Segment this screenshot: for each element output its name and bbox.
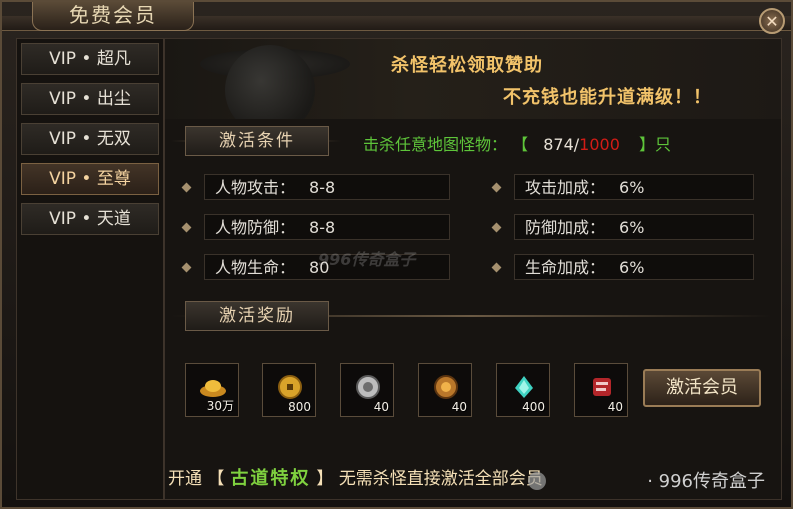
activate-member-button[interactable]: 激活会员 <box>643 369 761 407</box>
stat-label: 人物生命： <box>215 258 296 277</box>
reward-slot[interactable]: 800 <box>262 363 316 417</box>
banner-slogan-1: 杀怪轻松领取赞助 <box>391 55 543 76</box>
center-watermark: 996传奇盒子 <box>318 250 416 269</box>
vip-window: 免费会员 ✕ VIP • 超凡 VIP • 出尘 VIP • 无双 VIP • … <box>0 0 793 509</box>
rewards-header: 激活奖励 <box>185 301 329 331</box>
sidebar-item-vip-chuchen[interactable]: VIP • 出尘 <box>21 83 159 115</box>
footer-prefix: 开通 <box>168 469 202 489</box>
reward-slot[interactable]: 30万 <box>185 363 239 417</box>
sidebar-item-vip-tiandao[interactable]: VIP • 天道 <box>21 203 159 235</box>
bronze-medal-icon <box>434 375 458 399</box>
conditions-header: 激活条件 <box>185 126 329 156</box>
reward-count: 40 <box>451 400 467 414</box>
kill-label: 击杀任意地图怪物： <box>363 135 508 154</box>
stat-label: 人物攻击： <box>215 178 296 197</box>
wechat-logo-icon <box>528 472 546 490</box>
reward-slot[interactable]: 400 <box>496 363 550 417</box>
promo-banner: 杀怪轻松领取赞助 不充钱也能升道满级！！ <box>165 39 781 119</box>
sidebar-item-vip-chaofan[interactable]: VIP • 超凡 <box>21 43 159 75</box>
footer-close-bracket: 】 <box>316 469 334 489</box>
stat-value: 6% <box>619 218 645 237</box>
stat-value: 6% <box>619 178 645 197</box>
stat-value: 6% <box>619 258 645 277</box>
stat-label: 人物防御： <box>215 218 296 237</box>
stat-box-attack: 人物攻击： 8-8 <box>204 174 450 200</box>
reward-slot[interactable]: 40 <box>340 363 394 417</box>
stat-label: 攻击加成： <box>525 178 606 197</box>
sidebar-item-vip-wushuang[interactable]: VIP • 无双 <box>21 123 159 155</box>
stat-box-attack-bonus: 攻击加成： 6% <box>514 174 754 200</box>
reward-slot[interactable]: 40 <box>418 363 472 417</box>
footer-suffix: 无需杀怪直接激活全部会员 <box>338 469 543 489</box>
brand-watermark: · 996传奇盒子 <box>647 471 765 492</box>
reward-count: 40 <box>607 400 623 414</box>
red-scroll-icon <box>593 378 611 396</box>
kill-open-bracket: 【 <box>512 135 529 154</box>
stat-row: 生命加成： 6% <box>491 253 754 281</box>
stat-row: 人物攻击： 8-8 <box>181 173 450 201</box>
footer-notice: 开通 【古道特权】 无需杀怪直接激活全部会员 <box>168 464 543 490</box>
jade-crystal-icon <box>515 376 533 398</box>
kill-close-bracket: 】只 <box>638 135 671 154</box>
stat-value: 8-8 <box>309 178 336 197</box>
stat-label: 防御加成： <box>525 218 606 237</box>
diamond-bullet-icon <box>491 222 502 232</box>
reward-count: 40 <box>373 400 389 414</box>
vip-sidebar: VIP • 超凡 VIP • 出尘 VIP • 无双 VIP • 至尊 VIP … <box>16 38 164 500</box>
stat-box-life-bonus: 生命加成： 6% <box>514 254 754 280</box>
silver-medal-icon <box>356 375 380 399</box>
close-button[interactable]: ✕ <box>759 8 785 34</box>
diamond-bullet-icon <box>181 222 192 232</box>
stat-row: 攻击加成： 6% <box>491 173 754 201</box>
kill-required-count: 1000 <box>579 135 620 154</box>
diamond-bullet-icon <box>181 262 192 272</box>
diamond-bullet-icon <box>491 262 502 272</box>
kill-requirement: 击杀任意地图怪物： 【 874/1000 】只 <box>363 131 671 155</box>
stat-row: 人物防御： 8-8 <box>181 213 450 241</box>
diamond-bullet-icon <box>491 182 502 192</box>
main-panel: 杀怪轻松领取赞助 不充钱也能升道满级！！ 激活条件 击杀任意地图怪物： 【 87… <box>164 38 782 500</box>
reward-count: 800 <box>288 400 311 414</box>
reward-count: 400 <box>522 400 545 414</box>
banner-slogan-2: 不充钱也能升道满级！！ <box>503 87 712 108</box>
kill-current-count: 874 <box>543 135 574 154</box>
diamond-bullet-icon <box>181 182 192 192</box>
reward-count: 30万 <box>206 399 234 413</box>
footer-special-privilege: 古道特权 <box>230 468 311 489</box>
sidebar-item-vip-zhizun[interactable]: VIP • 至尊 <box>21 163 159 195</box>
window-title: 免费会员 <box>32 2 194 31</box>
stat-row: 防御加成： 6% <box>491 213 754 241</box>
stat-box-defense: 人物防御： 8-8 <box>204 214 450 240</box>
reward-slot[interactable]: 40 <box>574 363 628 417</box>
stat-label: 生命加成： <box>525 258 606 277</box>
footer-open-bracket: 【 <box>207 469 225 489</box>
gold-coin-icon <box>278 375 302 399</box>
stat-value: 8-8 <box>309 218 336 237</box>
stat-box-defense-bonus: 防御加成： 6% <box>514 214 754 240</box>
